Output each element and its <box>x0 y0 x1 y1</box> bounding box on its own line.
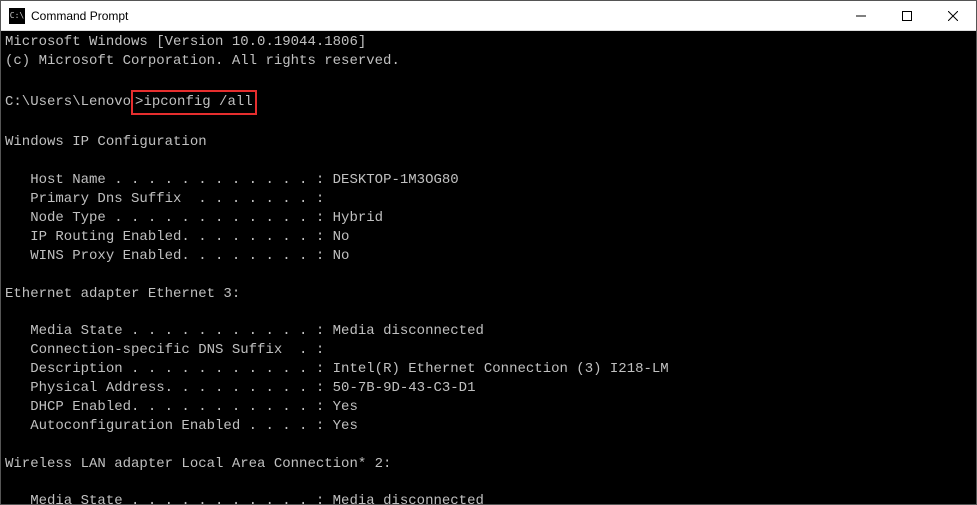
version-line: Microsoft Windows [Version 10.0.19044.18… <box>5 34 366 50</box>
eth-media-state-row: Media State . . . . . . . . . . . : Medi… <box>5 323 484 339</box>
close-button[interactable] <box>930 1 976 30</box>
titlebar[interactable]: C:\ Command Prompt <box>1 1 976 31</box>
maximize-button[interactable] <box>884 1 930 30</box>
section-ethernet-title: Ethernet adapter Ethernet 3: <box>5 286 240 302</box>
section-wlan-title: Wireless LAN adapter Local Area Connecti… <box>5 456 391 472</box>
host-name-row: Host Name . . . . . . . . . . . . : DESK… <box>5 172 459 188</box>
primary-dns-row: Primary Dns Suffix . . . . . . . : <box>5 191 324 207</box>
prompt-path: C:\Users\Lenovo <box>5 94 131 110</box>
command-highlight: >ipconfig /all <box>131 90 257 115</box>
cmd-icon: C:\ <box>9 8 25 24</box>
eth-phys-addr-row: Physical Address. . . . . . . . . : 50-7… <box>5 380 475 396</box>
window-controls <box>838 1 976 30</box>
wins-proxy-row: WINS Proxy Enabled. . . . . . . . : No <box>5 248 349 264</box>
minimize-button[interactable] <box>838 1 884 30</box>
cmd-icon-glyph: C:\ <box>10 11 24 20</box>
eth-autoconf-row: Autoconfiguration Enabled . . . . : Yes <box>5 418 358 434</box>
wlan-media-state-row: Media State . . . . . . . . . . . : Medi… <box>5 493 484 504</box>
command-prompt-window: C:\ Command Prompt Microsoft Windows [Ve… <box>0 0 977 505</box>
window-title: Command Prompt <box>31 9 838 23</box>
command-text: ipconfig /all <box>143 94 252 110</box>
node-type-row: Node Type . . . . . . . . . . . . : Hybr… <box>5 210 383 226</box>
copyright-line: (c) Microsoft Corporation. All rights re… <box>5 53 400 69</box>
ip-routing-row: IP Routing Enabled. . . . . . . . : No <box>5 229 349 245</box>
eth-dhcp-row: DHCP Enabled. . . . . . . . . . . : Yes <box>5 399 358 415</box>
terminal-area[interactable]: Microsoft Windows [Version 10.0.19044.18… <box>1 31 976 504</box>
eth-conn-suffix-row: Connection-specific DNS Suffix . : <box>5 342 324 358</box>
eth-description-row: Description . . . . . . . . . . . : Inte… <box>5 361 669 377</box>
section-ip-config-title: Windows IP Configuration <box>5 134 207 150</box>
